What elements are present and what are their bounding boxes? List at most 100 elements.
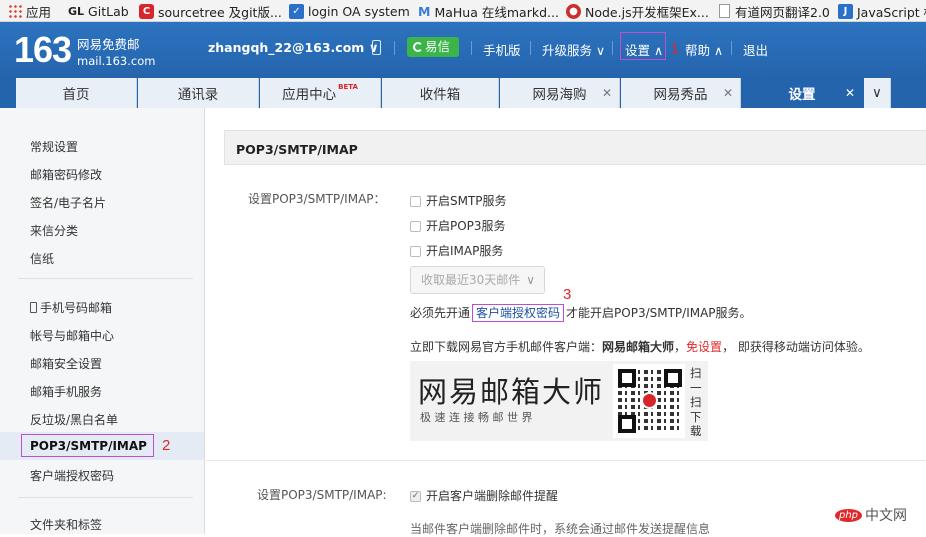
logo-domain: mail.163.com	[77, 54, 156, 68]
divider	[394, 41, 395, 55]
tab-contacts[interactable]: 通讯录	[138, 78, 259, 108]
bookmark-mahua[interactable]: M MaHua 在线markd...	[418, 2, 559, 20]
sidebar-item-security[interactable]: 邮箱安全设置	[30, 355, 102, 372]
settings-sidebar: 常规设置 邮箱密码修改 签名/电子名片 来信分类 信纸 手机号码邮箱 帐号与邮箱…	[0, 108, 205, 534]
sidebar-item-phone-mailbox[interactable]: 手机号码邮箱	[30, 299, 112, 316]
promo-text: 立即下载网易官方手机邮件客户端：	[410, 340, 603, 354]
divider	[530, 41, 531, 55]
tab-netease-haigou[interactable]: 网易海购 ✕	[500, 78, 620, 108]
mobile-phone-icon[interactable]	[372, 40, 381, 55]
receive-range-dropdown[interactable]: 收取最近30天邮件 ∨	[410, 266, 545, 294]
php-logo-icon: php	[835, 508, 863, 522]
sidebar-item-antispam[interactable]: 反垃圾/黑白名单	[30, 411, 118, 428]
tabs-more-button[interactable]: ∨	[864, 78, 891, 108]
watermark-text: 中文网	[865, 508, 908, 524]
mail-master-banner[interactable]: 网易邮箱大师 极 速 连 接 畅 邮 世 界 扫一扫下载	[410, 361, 708, 441]
bookmark-label: Node.js开发框架Ex...	[585, 4, 709, 20]
section-divider	[206, 460, 926, 461]
qr-finder	[664, 369, 682, 387]
upgrade-service-menu[interactable]: 升级服务 ∨	[542, 40, 605, 59]
scan-download-text: 扫一扫下载	[690, 366, 702, 438]
tab-label: 收件箱	[419, 87, 461, 103]
delete-reminder-description: 当邮件客户端删除邮件时，系统会通过邮件发送提醒信息	[410, 522, 711, 536]
bookmark-label: GitLab	[88, 3, 129, 19]
delete-reminder-label: 开启客户端删除邮件提醒	[426, 489, 559, 503]
sidebar-item-password[interactable]: 邮箱密码修改	[30, 166, 102, 183]
sidebar-item-general[interactable]: 常规设置	[30, 138, 78, 155]
pop3-checkbox[interactable]	[410, 221, 421, 232]
pop3-option-label: 开启POP3服务	[426, 219, 506, 233]
bookmark-js[interactable]: J JavaScript 标	[838, 2, 926, 20]
chevron-down-icon: ∨	[526, 273, 536, 287]
bookmark-apps[interactable]: 应用	[8, 2, 51, 20]
chevron-down-icon: ∨	[872, 85, 882, 101]
sidebar-item-account-center[interactable]: 帐号与邮箱中心	[30, 327, 114, 344]
close-icon[interactable]: ✕	[723, 86, 733, 100]
app-name: 网易邮箱大师	[602, 340, 675, 354]
smtp-checkbox[interactable]	[410, 196, 421, 207]
help-menu[interactable]: 帮助 ∧	[685, 40, 723, 59]
user-account-menu[interactable]: zhangqh_22@163.com ∨	[208, 40, 379, 55]
notice-text: 才能开启POP3/SMTP/IMAP服务。	[566, 306, 752, 320]
close-icon[interactable]: ✕	[845, 86, 855, 100]
bookmark-node[interactable]: ● Node.js开发框架Ex...	[566, 2, 709, 20]
sidebar-item-pop3-smtp-imap[interactable]: POP3/SMTP/IMAP	[30, 439, 147, 453]
php-watermark: php 中文网	[835, 505, 907, 525]
close-icon[interactable]: ✕	[602, 86, 612, 100]
tab-label: 通讯录	[177, 87, 219, 103]
bookmark-youdao[interactable]: 有道网页翻译2.0	[719, 2, 830, 20]
apps-icon	[8, 4, 22, 18]
oa-icon: ✓	[289, 3, 304, 19]
logo-number[interactable]: 163	[14, 32, 72, 68]
sidebar-item-mail-filter[interactable]: 来信分类	[30, 222, 78, 239]
tab-label: 网易秀品	[653, 87, 708, 103]
sidebar-divider	[18, 278, 193, 279]
qr-code	[613, 364, 685, 438]
sidebar-item-phone-service[interactable]: 邮箱手机服务	[30, 383, 102, 400]
pop3-checkbox-row[interactable]: 开启POP3服务	[410, 217, 506, 234]
setting-label-2: 设置POP3/SMTP/IMAP:	[257, 488, 387, 502]
tab-app-center[interactable]: 应用中心 BETA	[260, 78, 381, 108]
bookmark-label: login OA system	[308, 3, 410, 19]
sidebar-item-signature[interactable]: 签名/电子名片	[30, 194, 106, 211]
smtp-option-label: 开启SMTP服务	[426, 194, 507, 208]
tab-settings[interactable]: 设置 ✕	[742, 78, 862, 108]
settings-menu[interactable]: 设置 ∧	[625, 40, 663, 59]
sidebar-item-label: 手机号码邮箱	[40, 301, 113, 315]
smtp-checkbox-row[interactable]: 开启SMTP服务	[410, 192, 507, 209]
bookmark-label: JavaScript 标	[857, 4, 926, 20]
sidebar-item-stationery[interactable]: 信纸	[30, 250, 54, 267]
banner-title: 网易邮箱大师	[418, 375, 605, 409]
tab-inbox[interactable]: 收件箱	[382, 78, 499, 108]
annotation-number-3: 3	[563, 286, 572, 303]
section-header: POP3/SMTP/IMAP	[224, 130, 926, 165]
promo-text: ，	[674, 340, 687, 354]
logout-link[interactable]: 退出	[743, 40, 768, 59]
imap-checkbox-row[interactable]: 开启IMAP服务	[410, 242, 503, 259]
bookmarks-bar: 应用 GL GitLab C sourcetree 及git版... ✓ log…	[0, 0, 926, 22]
divider	[612, 41, 613, 55]
bookmark-sourcetree[interactable]: C sourcetree 及git版...	[139, 2, 282, 20]
tab-bar: 首页 通讯录 应用中心 BETA 收件箱 网易海购 ✕ 网易秀品 ✕ 设置 ✕ …	[0, 78, 926, 108]
dropdown-value: 收取最近30天邮件	[421, 273, 521, 287]
tab-home[interactable]: 首页	[16, 78, 137, 108]
sidebar-divider	[18, 497, 193, 498]
sidebar-item-folders-tags[interactable]: 文件夹和标签	[30, 516, 102, 533]
bookmark-label: 有道网页翻译2.0	[735, 4, 830, 20]
imap-checkbox[interactable]	[410, 246, 421, 257]
bookmark-gitlab[interactable]: GL GitLab	[68, 2, 129, 20]
setting-label: 设置POP3/SMTP/IMAP：	[248, 192, 386, 206]
delete-reminder-checkbox-row[interactable]: ✓ 开启客户端删除邮件提醒	[410, 487, 558, 504]
yixin-button[interactable]: 易信	[407, 37, 459, 57]
client-auth-password-link[interactable]: 客户端授权密码	[472, 304, 565, 322]
delete-reminder-checkbox[interactable]: ✓	[410, 491, 421, 502]
js-icon: J	[838, 3, 853, 19]
tab-label: 网易海购	[532, 87, 587, 103]
mail-master-logo-icon	[641, 392, 658, 409]
sidebar-item-client-auth-password[interactable]: 客户端授权密码	[30, 467, 114, 484]
tab-label: 应用中心	[282, 87, 337, 103]
tab-netease-xiupin[interactable]: 网易秀品 ✕	[621, 78, 741, 108]
mobile-version-link[interactable]: 手机版	[483, 40, 521, 59]
bookmark-oa[interactable]: ✓ login OA system	[289, 2, 410, 20]
auth-notice: 必须先开通 客户端授权密码 才能开启POP3/SMTP/IMAP服务。	[410, 304, 752, 322]
